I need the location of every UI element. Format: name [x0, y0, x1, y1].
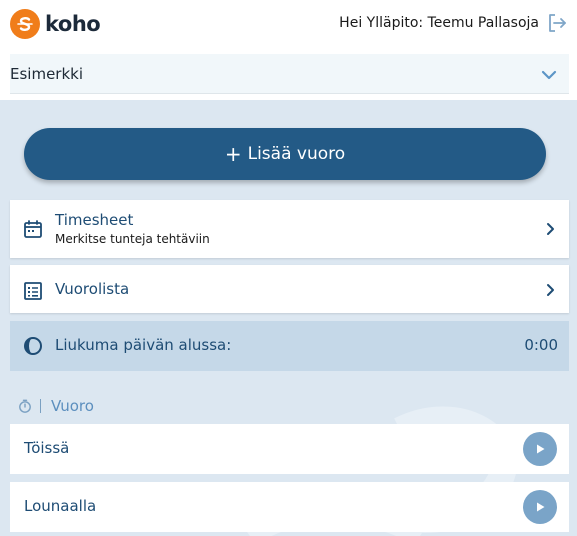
- shift-item-working[interactable]: Töissä: [10, 424, 569, 474]
- start-lunch-button[interactable]: [523, 490, 557, 524]
- flex-time-value: 0:00: [524, 336, 558, 354]
- top-bar: koho Hei Ylläpito: Teemu Pallasoja: [0, 0, 577, 48]
- shift-list-card[interactable]: Vuorolista: [10, 265, 569, 313]
- calendar-icon: [24, 220, 42, 238]
- shift-item-label: Lounaalla: [24, 497, 97, 515]
- timesheet-card[interactable]: Timesheet Merkitse tunteja tehtäviin: [10, 200, 569, 258]
- half-moon-icon: [24, 337, 42, 355]
- main-content: + Lisää vuoro Timesheet Merkitse tunteja…: [0, 100, 577, 536]
- shift-item-label: Töissä: [24, 439, 70, 457]
- flex-time-label: Liukuma päivän alussa:: [55, 336, 232, 354]
- logo-text: koho: [45, 12, 101, 36]
- start-working-button[interactable]: [523, 432, 557, 466]
- timesheet-subtitle: Merkitse tunteja tehtäviin: [55, 232, 210, 246]
- chevron-right-icon: [547, 223, 554, 235]
- logout-icon[interactable]: [546, 12, 568, 34]
- add-shift-label: Lisää vuoro: [247, 144, 346, 164]
- plus-icon: +: [224, 142, 242, 166]
- stopwatch-icon: [19, 399, 31, 413]
- add-shift-button[interactable]: + Lisää vuoro: [24, 128, 546, 180]
- shift-list-title: Vuorolista: [55, 280, 130, 298]
- play-icon: [537, 502, 545, 512]
- shift-section-label: Vuoro: [51, 397, 94, 415]
- koho-logo[interactable]: koho: [10, 9, 101, 39]
- selector-value: Esimerkki: [10, 65, 84, 83]
- play-icon: [537, 444, 545, 454]
- shift-section-header: Vuoro: [18, 397, 94, 415]
- user-greeting: Hei Ylläpito: Teemu Pallasoja: [339, 15, 539, 31]
- flex-time-status: Liukuma päivän alussa: 0:00: [10, 321, 569, 371]
- section-divider: [40, 399, 41, 413]
- shift-item-lunch[interactable]: Lounaalla: [10, 482, 569, 532]
- organization-selector[interactable]: Esimerkki: [10, 54, 569, 94]
- chevron-right-icon: [547, 284, 554, 296]
- chevron-down-icon: [541, 70, 557, 80]
- list-icon: [24, 282, 42, 300]
- timesheet-title: Timesheet: [55, 211, 134, 229]
- logo-mark-icon: [10, 9, 40, 39]
